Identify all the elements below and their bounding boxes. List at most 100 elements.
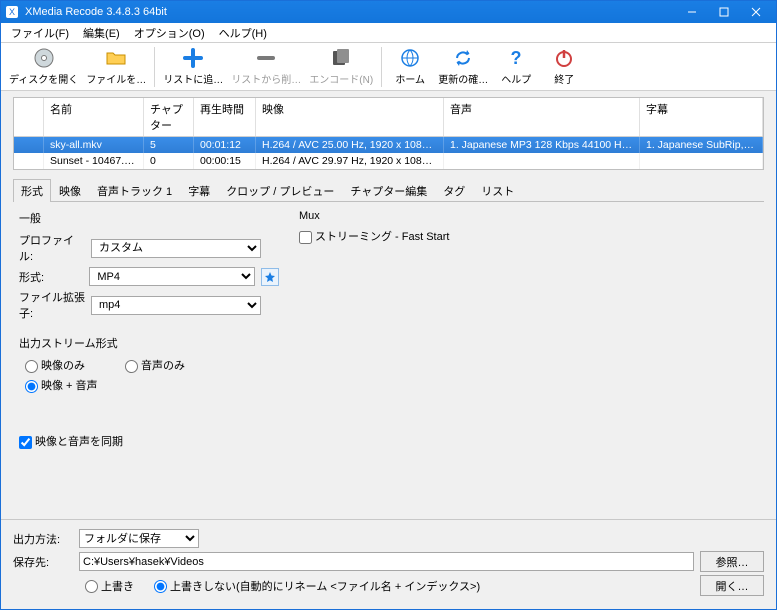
format-select[interactable]: MP4 <box>89 267 255 286</box>
svg-text:?: ? <box>511 48 522 68</box>
toolbar-exit-label: 終了 <box>554 71 574 86</box>
favorite-button[interactable] <box>261 268 279 286</box>
power-icon <box>553 47 575 69</box>
toolbar-encode[interactable]: エンコード(N) <box>305 45 377 89</box>
radio-no-overwrite[interactable]: 上書きしない(自動的にリネーム <ファイル名 + インデックス>) <box>154 578 480 594</box>
toolbar-update-label: 更新の確… <box>438 71 488 86</box>
header-spacer <box>14 98 44 136</box>
table-cell: H.264 / AVC 25.00 Hz, 1920 x 1080 (16:… <box>256 137 444 153</box>
header-chapter[interactable]: チャプター <box>144 98 194 136</box>
table-cell: 1. Japanese MP3 128 Kbps 44100 Hz Stereo… <box>444 137 640 153</box>
toolbar-home[interactable]: ホーム <box>386 45 434 89</box>
config-tabs: 形式 映像 音声トラック 1 字幕 クロップ / プレビュー チャプター編集 タ… <box>13 178 764 202</box>
toolbar-open-disc[interactable]: ディスクを開く <box>5 45 82 89</box>
table-row[interactable]: sky-all.mkv500:01:12H.264 / AVC 25.00 Hz… <box>14 137 763 153</box>
fast-start-checkbox[interactable]: ストリーミング - Fast Start <box>299 231 449 243</box>
toolbar-remove-label: リストから削… <box>231 71 301 86</box>
toolbar-help-label: ヘルプ <box>501 71 531 86</box>
list-header: 名前 チャプター 再生時間 映像 音声 字幕 <box>14 98 763 137</box>
format-label: 形式: <box>19 269 85 285</box>
tab-format[interactable]: 形式 <box>13 179 51 202</box>
header-subtitle[interactable]: 字幕 <box>640 98 763 136</box>
toolbar-open-disc-label: ディスクを開く <box>9 71 78 86</box>
menu-help[interactable]: ヘルプ(H) <box>213 23 273 43</box>
radio-video-audio[interactable]: 映像 + 音声 <box>25 377 98 393</box>
tab-audio-track[interactable]: 音声トラック 1 <box>89 179 180 202</box>
table-cell: 5 <box>144 137 194 153</box>
toolbar-help[interactable]: ? ヘルプ <box>492 45 540 89</box>
star-icon <box>264 271 276 283</box>
window-title: XMedia Recode 3.4.8.3 64bit <box>25 6 676 18</box>
save-to-input[interactable] <box>79 552 694 571</box>
header-name[interactable]: 名前 <box>44 98 144 136</box>
table-cell <box>14 153 44 169</box>
table-cell: 00:00:15 <box>194 153 256 169</box>
menubar: ファイル(F) 編集(E) オプション(O) ヘルプ(H) <box>1 23 776 43</box>
tab-video[interactable]: 映像 <box>51 179 89 202</box>
toolbar-exit[interactable]: 終了 <box>540 45 588 89</box>
header-video[interactable]: 映像 <box>256 98 444 136</box>
extension-select[interactable]: mp4 <box>91 296 261 315</box>
toolbar-add-to-list[interactable]: リストに追… <box>159 45 227 89</box>
general-group-label: 一般 <box>19 210 279 226</box>
list-body: sky-all.mkv500:01:12H.264 / AVC 25.00 Hz… <box>14 137 763 169</box>
open-button[interactable]: 開く… <box>700 575 764 596</box>
close-button[interactable] <box>740 1 772 23</box>
mux-group-label: Mux <box>299 210 758 222</box>
table-row[interactable]: Sunset - 10467.mp4000:00:15H.264 / AVC 2… <box>14 153 763 169</box>
table-cell: sky-all.mkv <box>44 137 144 153</box>
toolbar-separator <box>381 47 382 87</box>
tab-chapter-edit[interactable]: チャプター編集 <box>342 179 435 202</box>
radio-audio-only[interactable]: 音声のみ <box>125 357 185 373</box>
radio-video-only[interactable]: 映像のみ <box>25 357 85 373</box>
disc-icon <box>33 47 55 69</box>
tab-subtitle[interactable]: 字幕 <box>180 179 218 202</box>
browse-button[interactable]: 参照… <box>700 551 764 572</box>
table-cell: 00:01:12 <box>194 137 256 153</box>
extension-label: ファイル拡張子: <box>19 289 87 321</box>
menu-edit[interactable]: 編集(E) <box>77 23 126 43</box>
table-cell <box>444 153 640 169</box>
titlebar: X XMedia Recode 3.4.8.3 64bit <box>1 1 776 23</box>
maximize-button[interactable] <box>708 1 740 23</box>
sync-av-checkbox[interactable]: 映像と音声を同期 <box>19 436 123 448</box>
file-list: 名前 チャプター 再生時間 映像 音声 字幕 sky-all.mkv500:01… <box>13 97 764 170</box>
profile-select[interactable]: カスタム <box>91 239 261 258</box>
minimize-button[interactable] <box>676 1 708 23</box>
menu-file[interactable]: ファイル(F) <box>5 23 75 43</box>
encode-icon <box>330 47 352 69</box>
stream-group-label: 出力ストリーム形式 <box>19 335 279 351</box>
output-method-label: 出力方法: <box>13 531 73 547</box>
table-cell: 1. Japanese SubRip, 2. English SubRip <box>640 137 763 153</box>
profile-label: プロファイル: <box>19 232 87 264</box>
toolbar-separator <box>154 47 155 87</box>
minus-icon <box>255 47 277 69</box>
table-cell: Sunset - 10467.mp4 <box>44 153 144 169</box>
menu-options[interactable]: オプション(O) <box>128 23 211 43</box>
toolbar-update[interactable]: 更新の確… <box>434 45 492 89</box>
tab-list[interactable]: リスト <box>473 179 522 202</box>
tab-crop-preview[interactable]: クロップ / プレビュー <box>218 179 342 202</box>
table-cell <box>14 137 44 153</box>
toolbar-open-file[interactable]: ファイルを… <box>82 45 150 89</box>
svg-text:X: X <box>9 7 15 17</box>
globe-icon <box>399 47 421 69</box>
toolbar-open-file-label: ファイルを… <box>86 71 146 86</box>
table-cell: H.264 / AVC 29.97 Hz, 1920 x 1080 (16:… <box>256 153 444 169</box>
toolbar-remove-from-list[interactable]: リストから削… <box>227 45 305 89</box>
tab-tag[interactable]: タグ <box>435 179 473 202</box>
table-cell: 0 <box>144 153 194 169</box>
output-method-select[interactable]: フォルダに保存 <box>79 529 199 548</box>
radio-overwrite[interactable]: 上書き <box>85 578 134 594</box>
toolbar-home-label: ホーム <box>395 71 425 86</box>
app-icon: X <box>5 5 19 19</box>
help-icon: ? <box>505 47 527 69</box>
toolbar-encode-label: エンコード(N) <box>309 71 373 86</box>
toolbar: ディスクを開く ファイルを… リストに追… リストから削… エンコード(N) ホ… <box>1 43 776 91</box>
format-panel: 一般 プロファイル: カスタム 形式: MP4 <box>13 202 764 519</box>
folder-open-icon <box>105 47 127 69</box>
header-duration[interactable]: 再生時間 <box>194 98 256 136</box>
plus-icon <box>182 47 204 69</box>
header-audio[interactable]: 音声 <box>444 98 640 136</box>
refresh-icon <box>452 47 474 69</box>
